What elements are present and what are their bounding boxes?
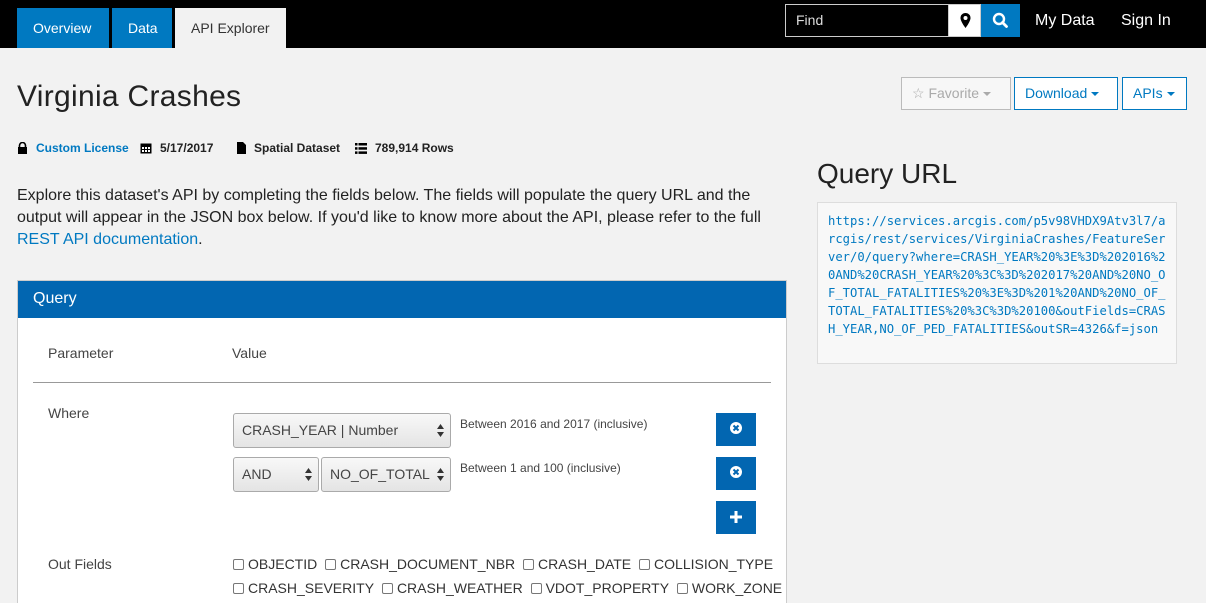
download-label: Download [1025,85,1088,101]
divider [33,382,771,383]
favorite-button[interactable]: ☆ Favorite [901,77,1011,110]
rest-api-docs-link[interactable]: REST API documentation [17,231,198,248]
query-panel-header: Query [18,281,786,318]
caret-down-icon [983,92,992,97]
download-button[interactable]: Download [1014,77,1118,110]
out-field-checkbox[interactable]: CRASH_DATE [523,556,631,572]
checkbox-box[interactable] [233,582,244,594]
tab-data[interactable]: Data [112,8,172,48]
out-field-checkbox[interactable]: CRASH_DOCUMENT_NBR [325,556,515,572]
checkbox-box[interactable] [325,558,337,570]
out-fields-label: Out Fields [48,556,112,572]
checkbox-box[interactable] [676,582,688,594]
out-field-label: CRASH_SEVERITY [248,580,375,596]
out-field-label: CRASH_DOCUMENT_NBR [340,556,516,572]
value-column-header: Value [232,345,267,361]
condition-2-hint: Between 1 and 100 (inclusive) [460,461,621,475]
description-text: Explore this dataset's API by completing… [17,187,761,226]
my-data-link[interactable]: My Data [1035,12,1095,30]
query-panel: Query Parameter Value Where CRASH_YEAR |… [17,280,787,603]
select-value: NO_OF_TOTAL [330,466,430,482]
out-field-checkbox[interactable]: CRASH_SEVERITY [233,580,374,596]
out-fields-row-2: CRASH_SEVERITY CRASH_WEATHER VDOT_PROPER… [233,580,786,597]
list-icon [355,142,367,154]
tab-api-explorer[interactable]: API Explorer [175,8,286,48]
remove-icon [730,466,742,478]
where-label: Where [48,405,90,421]
date-text: 5/17/2017 [160,141,214,155]
api-description: Explore this dataset's API by completing… [17,185,797,251]
type-text: Spatial Dataset [254,141,341,155]
add-condition-button[interactable] [716,501,756,534]
select-value: AND [242,466,272,482]
rows-meta: 789,914 Rows [355,141,454,155]
checkbox-box[interactable] [530,582,542,594]
out-field-label: VDOT_PROPERTY [545,580,670,596]
rows-text: 789,914 Rows [375,141,454,155]
date-meta: 5/17/2017 [140,141,213,155]
out-field-label: CRASH_WEATHER [396,580,523,596]
checkbox-box[interactable] [381,582,393,594]
license-link[interactable]: Custom License [36,141,129,155]
select-arrows-icon [437,424,444,437]
favorite-label: Favorite [928,85,980,101]
checkbox-box[interactable] [233,558,244,570]
where-field-select-2[interactable]: NO_OF_TOTAL [321,457,451,492]
apis-button[interactable]: APIs [1122,77,1187,110]
lock-icon [18,142,27,154]
apis-label: APIs [1133,85,1163,101]
remove-icon [730,422,742,434]
file-icon [237,142,246,154]
logical-operator-select[interactable]: AND [233,457,319,492]
out-field-checkbox[interactable]: COLLISION_TYPE [639,556,773,572]
out-field-label: WORK_ZONE [691,580,783,596]
out-field-checkbox[interactable]: WORK_ZONE [676,580,783,596]
out-field-checkbox[interactable]: CRASH_WEATHER [381,580,523,596]
query-url-title: Query URL [817,158,958,189]
checkbox-box[interactable] [523,558,535,570]
out-field-label: OBJECTID [248,556,318,572]
search-button[interactable] [981,4,1020,37]
condition-1-hint: Between 2016 and 2017 (inclusive) [460,417,648,431]
remove-condition-1-button[interactable] [716,413,756,446]
search-icon [992,12,1008,28]
star-icon: ☆ [912,85,925,101]
caret-down-icon [1091,92,1100,97]
location-button[interactable] [948,4,981,37]
description-end: . [198,231,203,248]
sign-in-link[interactable]: Sign In [1121,12,1171,30]
where-field-select-1[interactable]: CRASH_YEAR | Number [233,413,451,448]
out-fields-row-1: OBJECTID CRASH_DOCUMENT_NBR CRASH_DATE C… [233,556,777,573]
tab-overview[interactable]: Overview [17,8,109,48]
out-field-checkbox[interactable]: VDOT_PROPERTY [530,580,670,596]
plus-icon [730,511,742,523]
remove-condition-2-button[interactable] [716,457,756,490]
out-field-label: CRASH_DATE [538,556,632,572]
select-value: CRASH_YEAR | Number [242,422,399,438]
query-url-box[interactable]: https://services.arcgis.com/p5v98VHDX9At… [817,202,1177,364]
map-pin-icon [960,13,971,28]
caret-down-icon [1166,92,1175,97]
out-field-label: COLLISION_TYPE [654,556,774,572]
out-field-checkbox[interactable]: OBJECTID [233,556,317,572]
select-arrows-icon [305,468,312,481]
calendar-icon [140,143,152,154]
license-meta: Custom License [17,141,129,155]
checkbox-box[interactable] [639,558,651,570]
top-nav-bar: Overview Data API Explorer Find My Data … [0,0,1206,48]
page-title: Virginia Crashes [17,80,242,113]
parameter-column-header: Parameter [48,345,114,361]
select-arrows-icon [437,468,444,481]
type-meta: Spatial Dataset [237,141,340,155]
search-input[interactable]: Find [785,4,949,37]
